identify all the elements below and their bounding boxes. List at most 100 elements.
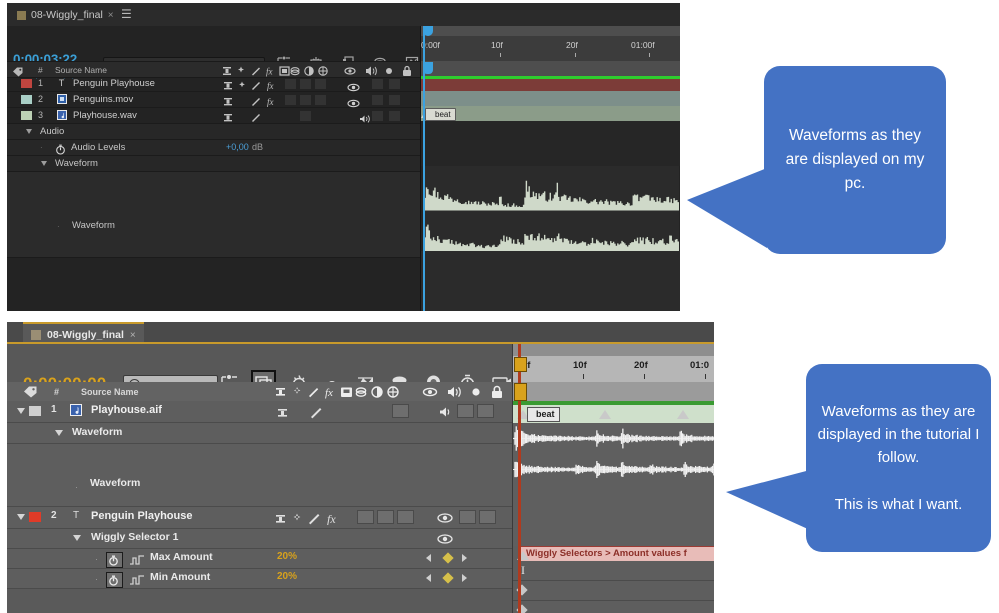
ruler-tick-2: 20f	[566, 40, 578, 50]
timeline-workarea-bar[interactable]	[513, 344, 714, 356]
switch-box[interactable]	[389, 110, 400, 121]
composition-marker[interactable]: beat	[425, 108, 456, 121]
property-label: Min Amount	[150, 571, 211, 583]
expression-annotation-bar[interactable]: Wiggly Selectors > Amount values f	[519, 546, 714, 562]
playhead-handle-top[interactable]	[514, 357, 527, 372]
audio-layer-duration-bar[interactable]: beat	[513, 405, 714, 423]
audio-icon[interactable]	[439, 405, 453, 423]
close-icon[interactable]: ×	[108, 10, 114, 21]
switch-box[interactable]	[392, 404, 409, 418]
playhead-handle-nav[interactable]	[514, 383, 527, 401]
switch-box[interactable]	[457, 404, 474, 418]
max-amount-track[interactable]	[513, 581, 714, 601]
layer-switches[interactable]	[277, 405, 337, 424]
switch-box[interactable]	[389, 78, 400, 89]
layer-number: 3	[38, 110, 44, 120]
keyframe-diamond-icon[interactable]	[442, 552, 454, 564]
next-keyframe-icon[interactable]	[462, 554, 467, 562]
switch-box[interactable]	[300, 78, 311, 89]
time-ruler-top[interactable]: 0:00f 10f 20f 01:00f	[421, 36, 680, 62]
layer-name[interactable]: Penguin Playhouse	[73, 78, 155, 89]
switch-box[interactable]	[377, 510, 394, 524]
next-keyframe-icon[interactable]	[462, 574, 467, 582]
switch-box[interactable]	[372, 110, 383, 121]
switch-box[interactable]	[285, 78, 296, 89]
panel-menu-icon[interactable]: ☰	[121, 8, 132, 20]
callout-tail-2	[726, 470, 810, 530]
switch-box[interactable]	[300, 94, 311, 105]
layer1-duration-bar[interactable]	[421, 79, 680, 91]
switch-box[interactable]	[315, 78, 326, 89]
timeline-graph-top[interactable]: 0:00f 10f 20f 01:00f beat	[420, 26, 680, 311]
layer-name[interactable]: Penguin Playhouse	[91, 510, 192, 522]
tab-08-wiggly-final-top[interactable]: 08-Wiggly_final ×	[11, 6, 120, 24]
stopwatch-icon[interactable]	[106, 552, 123, 568]
stopwatch-icon[interactable]	[106, 572, 123, 588]
audio-levels-value[interactable]: +0,00	[226, 142, 249, 152]
layer-color-swatch[interactable]	[29, 406, 41, 416]
layer-color-swatch[interactable]	[21, 79, 32, 88]
property-label: Waveform	[90, 477, 141, 489]
switch-box[interactable]	[459, 510, 476, 524]
ruler-tick-3: 01:0	[690, 360, 710, 371]
chevron-down-icon[interactable]	[17, 514, 25, 520]
column-hash[interactable]: #	[38, 65, 43, 75]
composition-marker[interactable]: beat	[527, 407, 560, 422]
layer-name[interactable]: Playhouse.wav	[73, 110, 137, 121]
timeline-workarea-bar[interactable]	[421, 26, 680, 36]
property-label: Max Amount	[150, 551, 213, 563]
layer-color-swatch[interactable]	[29, 512, 41, 522]
switch-box[interactable]	[397, 510, 414, 524]
layer-number: 2	[38, 94, 44, 104]
timeline-nav-bar[interactable]	[421, 61, 680, 77]
marker-triangle-icon[interactable]	[599, 410, 611, 419]
switch-box[interactable]	[477, 404, 494, 418]
switch-box[interactable]	[372, 78, 383, 89]
previous-keyframe-icon[interactable]	[426, 574, 431, 582]
callout-text-1: Waveforms as they are displayed on my pc…	[785, 126, 925, 192]
close-icon[interactable]: ×	[130, 330, 136, 341]
previous-keyframe-icon[interactable]	[426, 554, 431, 562]
bullet-icon: ·	[40, 143, 43, 152]
switch-box[interactable]	[479, 510, 496, 524]
switch-box[interactable]	[285, 94, 296, 105]
layer-color-swatch[interactable]	[21, 95, 32, 104]
bullet-icon: ·	[57, 222, 60, 231]
timeline-nav-bar[interactable]	[513, 382, 714, 402]
chevron-down-icon[interactable]	[73, 535, 81, 541]
ruler-tickmark	[644, 374, 645, 379]
after-effects-timeline-panel-bottom: 08-Wiggly_final × 0:00:00:00	[7, 322, 714, 613]
svg-text:fx: fx	[267, 81, 274, 91]
switch-box[interactable]	[357, 510, 374, 524]
min-amount-track[interactable]	[513, 601, 714, 613]
callout-bubble-2: Waveforms as they are displayed in the t…	[806, 364, 991, 552]
switch-box[interactable]	[389, 94, 400, 105]
layer2-duration-bar[interactable]	[421, 91, 680, 106]
layer-name[interactable]: Playhouse.aif	[91, 404, 162, 416]
eye-icon[interactable]	[437, 532, 453, 550]
marker-triangle-icon[interactable]	[677, 410, 689, 419]
keyframe-diamond-icon[interactable]	[442, 572, 454, 584]
text-layer-icon: T	[72, 510, 80, 521]
switch-box[interactable]	[315, 94, 326, 105]
property-value[interactable]: 20%	[277, 551, 297, 562]
column-source-name[interactable]: Source Name	[55, 65, 107, 75]
playhead-line[interactable]	[423, 26, 425, 311]
property-value[interactable]: 20%	[277, 571, 297, 582]
switch-box[interactable]	[300, 110, 311, 121]
chevron-down-icon[interactable]	[55, 430, 63, 436]
chevron-down-icon[interactable]	[41, 161, 47, 166]
time-ruler-bottom[interactable]: 0f 10f 20f 01:0	[513, 356, 714, 383]
switch-box[interactable]	[372, 94, 383, 105]
layer-switches[interactable]: fx	[275, 511, 355, 530]
graph-editor-icon[interactable]	[129, 573, 145, 591]
layer-name[interactable]: Penguins.mov	[73, 94, 133, 105]
after-effects-timeline-panel-top: 08-Wiggly_final × ☰ 0:00:03:22 00112 (29…	[7, 3, 680, 311]
chevron-down-icon[interactable]	[26, 129, 32, 134]
chevron-down-icon[interactable]	[17, 408, 25, 414]
eye-icon[interactable]	[437, 511, 453, 529]
layer-color-swatch[interactable]	[21, 111, 32, 120]
layer3-duration-bar[interactable]: beat	[421, 106, 680, 121]
wiggly-selector-track[interactable]: I	[513, 561, 714, 581]
timeline-graph-bottom[interactable]: 0f 10f 20f 01:0 beat Wiggly Selectors > …	[512, 344, 714, 613]
